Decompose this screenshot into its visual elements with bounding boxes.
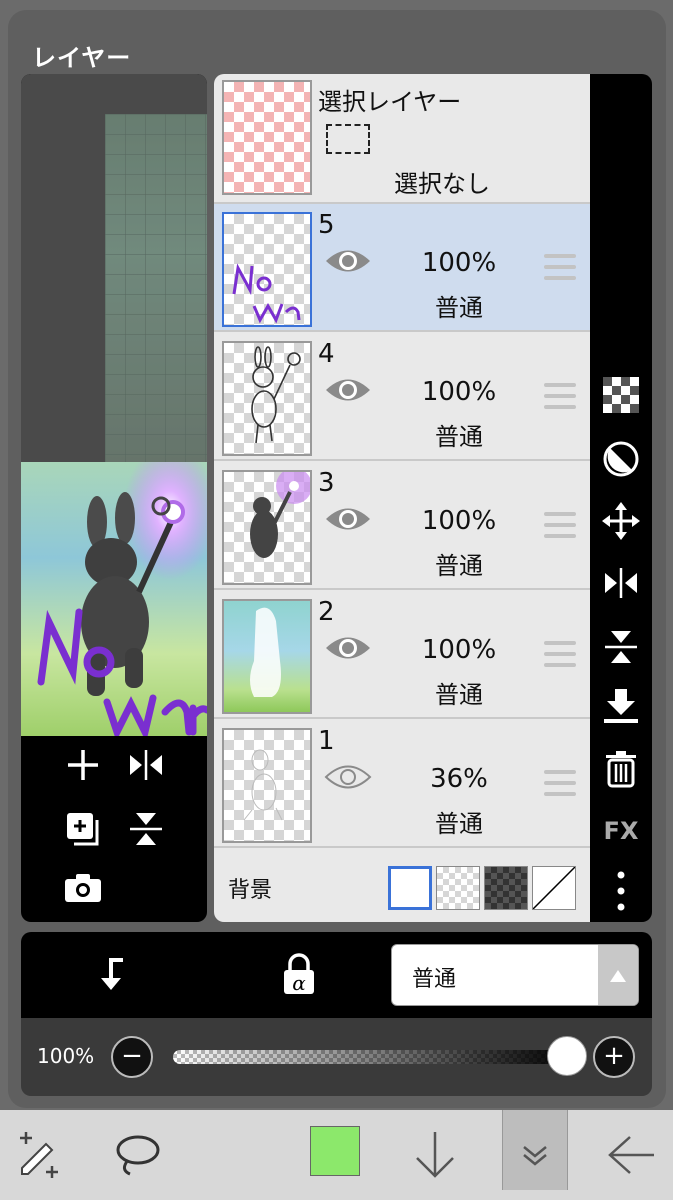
- alpha-lock-icon[interactable]: α: [279, 952, 319, 996]
- layer-thumbnail: [222, 728, 312, 843]
- layer-thumbnail: [222, 470, 312, 585]
- background-white-option[interactable]: [388, 866, 432, 910]
- opacity-bar: 100% − +: [21, 1018, 652, 1096]
- drag-handle-icon[interactable]: [544, 383, 576, 409]
- flip-vertical-icon[interactable]: [124, 810, 168, 854]
- drag-handle-icon[interactable]: [544, 641, 576, 667]
- trash-icon[interactable]: [600, 748, 642, 790]
- layer-row[interactable]: 3 100% 普通: [214, 462, 590, 590]
- layer-blend-mode: 普通: [435, 552, 483, 580]
- down-arrow-icon[interactable]: [410, 1130, 460, 1180]
- layer-blend-mode: 普通: [435, 681, 483, 709]
- drag-handle-icon[interactable]: [544, 512, 576, 538]
- clipping-arrow-icon[interactable]: [93, 954, 133, 994]
- panel-title: レイヤー: [32, 44, 132, 72]
- layer-row[interactable]: 4 100% 普通: [214, 333, 590, 461]
- move-icon[interactable]: [600, 500, 642, 542]
- layer-number: 3: [318, 468, 335, 498]
- selection-status: 選択なし: [394, 170, 490, 198]
- add-layer-icon[interactable]: [61, 748, 105, 792]
- lasso-icon[interactable]: [112, 1130, 162, 1180]
- contrast-icon[interactable]: [600, 438, 642, 480]
- blend-mode-select[interactable]: 普通: [391, 944, 639, 1006]
- collapse-icon[interactable]: [510, 1130, 560, 1180]
- flip-vertical-icon[interactable]: [600, 626, 642, 668]
- layer-thumbnail: [222, 212, 312, 327]
- background-none-option[interactable]: [532, 866, 576, 910]
- right-toolbar: FX: [590, 74, 652, 922]
- layer-opacity: 100%: [421, 377, 497, 407]
- flip-horizontal-icon[interactable]: [124, 748, 168, 792]
- preview-sketch: [105, 114, 207, 462]
- visibility-eye-off-icon[interactable]: [324, 762, 372, 792]
- opacity-slider-knob[interactable]: [547, 1036, 587, 1076]
- svg-text:α: α: [292, 971, 306, 995]
- layer-row[interactable]: 2 100% 普通: [214, 591, 590, 719]
- fx-icon[interactable]: FX: [600, 810, 642, 852]
- layer-thumbnail: [222, 341, 312, 456]
- flip-horizontal-icon[interactable]: [600, 562, 642, 604]
- layer-list: 選択レイヤー 選択なし 5 100% 普通 4 100% 普通 3 100% 普…: [214, 74, 590, 922]
- background-label: 背景: [228, 878, 273, 903]
- background-dark-option[interactable]: [484, 866, 528, 910]
- selection-layer-title: 選択レイヤー: [318, 88, 462, 116]
- visibility-eye-icon[interactable]: [324, 504, 372, 534]
- layer-opacity: 100%: [421, 248, 497, 278]
- canvas-preview: [21, 74, 207, 922]
- selection-marquee-icon: [326, 124, 370, 154]
- selection-layer-thumbnail: [222, 80, 312, 195]
- layer-opacity: 100%: [421, 635, 497, 665]
- layer-row[interactable]: 5 100% 普通: [214, 204, 590, 332]
- duplicate-layer-icon[interactable]: [61, 810, 105, 854]
- layer-opacity: 100%: [421, 506, 497, 536]
- drag-handle-icon[interactable]: [544, 770, 576, 796]
- drag-handle-icon[interactable]: [544, 254, 576, 280]
- more-icon[interactable]: [600, 870, 642, 912]
- visibility-eye-icon[interactable]: [324, 633, 372, 663]
- visibility-eye-icon[interactable]: [324, 375, 372, 405]
- layer-number: 5: [318, 210, 335, 240]
- back-arrow-icon[interactable]: [606, 1130, 656, 1180]
- camera-icon[interactable]: [61, 872, 105, 916]
- blend-mode-value: 普通: [412, 967, 457, 992]
- opacity-increase-button[interactable]: +: [593, 1036, 635, 1078]
- layer-number: 2: [318, 597, 335, 627]
- artwork-thumbnail: [21, 462, 207, 736]
- opacity-slider[interactable]: [173, 1050, 573, 1064]
- layer-number: 4: [318, 339, 335, 369]
- background-row: 背景: [214, 852, 590, 922]
- transform-icon[interactable]: [14, 1130, 64, 1180]
- background-transparent-option[interactable]: [436, 866, 480, 910]
- merge-down-icon[interactable]: [600, 686, 642, 728]
- layer-thumbnail: [222, 599, 312, 714]
- layer-number: 1: [318, 726, 335, 756]
- checker-icon[interactable]: [600, 374, 642, 416]
- layer-blend-mode: 普通: [435, 294, 483, 322]
- opacity-decrease-button[interactable]: −: [111, 1036, 153, 1078]
- opacity-value: 100%: [37, 1044, 95, 1068]
- color-swatch[interactable]: [310, 1126, 360, 1176]
- chevron-up-icon[interactable]: [598, 945, 638, 1005]
- bottom-toolbar: [0, 1110, 673, 1200]
- blend-bar: α 普通: [21, 932, 652, 1018]
- layer-blend-mode: 普通: [435, 423, 483, 451]
- layer-opacity: 36%: [430, 764, 488, 794]
- selection-layer-row[interactable]: 選択レイヤー 選択なし: [214, 74, 590, 204]
- layer-blend-mode: 普通: [435, 810, 483, 838]
- layer-row[interactable]: 1 36% 普通: [214, 720, 590, 848]
- visibility-eye-icon[interactable]: [324, 246, 372, 276]
